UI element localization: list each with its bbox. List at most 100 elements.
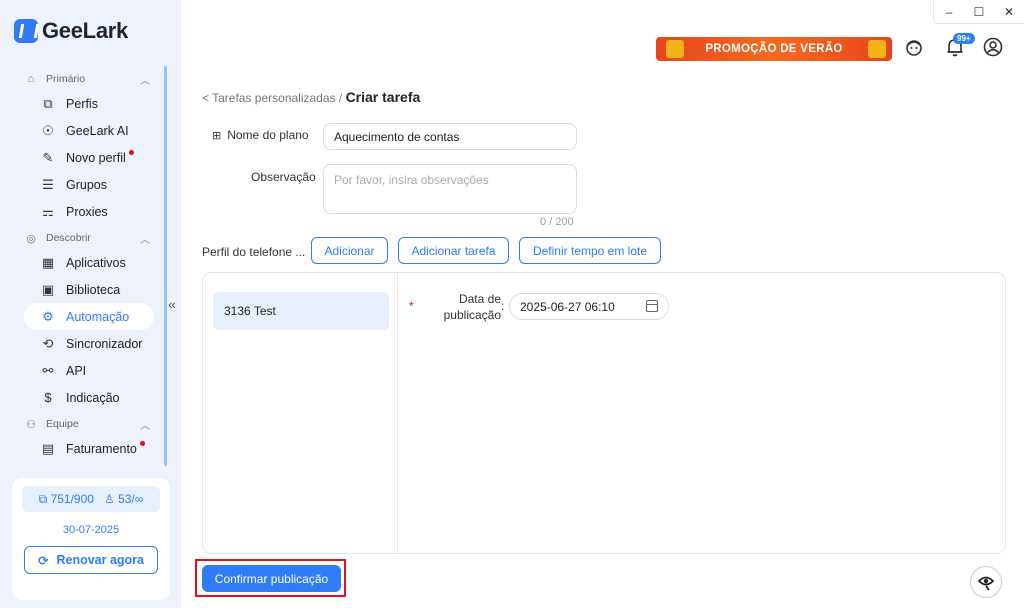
sync-icon: ⟲ [42, 335, 54, 351]
ai-icon: ☉ [42, 122, 54, 138]
section-primario[interactable]: ⌂ Primário ︿ [0, 68, 168, 90]
assistant-icon[interactable] [970, 566, 1002, 598]
support-icon[interactable] [903, 36, 925, 58]
plan-name-input[interactable]: Aquecimento de contas [323, 123, 577, 150]
phone-profile-label: Perfil do telefone ... [202, 245, 306, 259]
sidebar-item-perfis[interactable]: ⧉ Perfis [0, 90, 168, 117]
sidebar-item-label: Grupos [66, 177, 107, 192]
sidebar-item-proxies[interactable]: ⚎ Proxies [0, 198, 168, 225]
section-equipe[interactable]: ⚇ Equipe ︿ [0, 413, 168, 435]
publish-date-input[interactable]: 2025-06-27 06:10 [509, 293, 669, 320]
observation-counter: 0 / 200 [540, 216, 574, 228]
section-label: Descobrir [46, 232, 91, 244]
logo[interactable]: GeeLark [14, 18, 128, 44]
sidebar-nav: ⌂ Primário ︿ ⧉ Perfis ☉ GeeLark AI ✎ Nov… [0, 66, 168, 462]
sidebar-item-label: Automação [66, 309, 130, 324]
close-button[interactable]: ✕ [994, 0, 1024, 24]
network-icon: ⚎ [42, 203, 54, 219]
batch-time-button[interactable]: Definir tempo em lote [519, 237, 661, 264]
grid-icon: ⊞ [212, 130, 222, 142]
sidebar-item-label: GeeLark AI [66, 123, 129, 138]
confirm-publish-button[interactable]: Confirmar publicação [202, 565, 341, 592]
sidebar-item-grupos[interactable]: ☰ Grupos [0, 171, 168, 198]
home-icon: ⌂ [27, 73, 35, 85]
sidebar-item-novo-perfil[interactable]: ✎ Novo perfil [0, 144, 168, 171]
refresh-icon: ⟳ [37, 553, 49, 568]
summer-promo-banner[interactable]: PROMOÇÃO DE VERÃO [656, 37, 892, 61]
sidebar-item-geelark-ai[interactable]: ☉ GeeLark AI [0, 117, 168, 144]
robot-icon: ⚙ [42, 308, 54, 324]
section-descobrir[interactable]: ◎ Descobrir ︿ [0, 227, 168, 249]
page-title: Criar tarefa [345, 89, 421, 105]
sidebar-item-aplicativos[interactable]: ▦ Aplicativos [0, 249, 168, 276]
collapse-sidebar-icon[interactable]: « [165, 296, 179, 312]
profile-list: 3136 Test [203, 273, 398, 553]
profiles-quota-icon: ⧉ [38, 491, 48, 506]
breadcrumb-separator: / [338, 91, 343, 105]
gift-icon [868, 40, 886, 58]
team-icon: ⚇ [26, 418, 36, 431]
quota-card: ⧉ 751/900 ♙ 53/∞ 30-07-2025 ⟳ Renovar ag… [12, 478, 170, 600]
wallet-icon: ▤ [41, 440, 55, 456]
publish-date-colon: : [501, 299, 505, 313]
list-icon: ☰ [42, 176, 54, 192]
user-icon: ♙ [103, 492, 115, 506]
maximize-button[interactable]: ☐ [964, 0, 994, 24]
add-button[interactable]: Adicionar [311, 237, 388, 264]
task-panel: 3136 Test * Data de publicação : 2025-06… [202, 272, 1006, 554]
sidebar-item-label: Proxies [66, 204, 108, 219]
publish-date-label: Data de publicação [443, 292, 501, 322]
sidebar-item-label: Sincronizador [66, 336, 143, 351]
profile-quota-value: 751/900 [50, 491, 94, 506]
sidebar-item-label: Indicação [66, 390, 120, 405]
chevron-up-icon: ︿ [140, 234, 150, 246]
sidebar-item-indicacao[interactable]: $ Indicação [0, 384, 168, 411]
plan-name-label-text: Nome do plano [227, 128, 309, 142]
library-icon: ▣ [41, 281, 55, 297]
section-label: Equipe [46, 418, 79, 430]
dollar-icon: $ [44, 390, 52, 405]
apps-icon: ▦ [41, 254, 55, 270]
add-task-button[interactable]: Adicionar tarefa [398, 237, 509, 264]
observation-textarea[interactable]: Por favor, insira observações [323, 164, 577, 214]
minimize-button[interactable]: – [934, 0, 964, 24]
window-controls: – ☐ ✕ [933, 0, 1024, 24]
profile-list-item[interactable]: 3136 Test [213, 292, 389, 330]
breadcrumb: < Tarefas personalizadas / Criar tarefa [202, 89, 420, 105]
sidebar-item-automacao[interactable]: ⚙ Automação [24, 303, 154, 330]
discover-icon: ◎ [26, 232, 36, 245]
observation-label: Observação [251, 170, 316, 184]
account-icon[interactable] [982, 36, 1004, 58]
profile-quota: ⧉ 751/900 [39, 492, 94, 507]
sidebar-item-biblioteca[interactable]: ▣ Biblioteca [0, 276, 168, 303]
member-quota-value: 53/∞ [118, 492, 144, 506]
calendar-icon[interactable] [646, 300, 658, 312]
sidebar: GeeLark ⌂ Primário ︿ ⧉ Perfis ☉ GeeLark … [0, 0, 181, 608]
logo-text: GeeLark [42, 18, 128, 43]
sidebar-item-api[interactable]: ⚯ API [0, 357, 168, 384]
notification-dot [128, 150, 134, 155]
renew-label: Renovar agora [56, 553, 144, 567]
chevron-up-icon: ︿ [140, 75, 150, 87]
sidebar-item-label: Faturamento [66, 441, 137, 456]
sidebar-item-label: Novo perfil [66, 150, 126, 165]
chevron-up-icon: ︿ [140, 420, 150, 432]
promo-text: PROMOÇÃO DE VERÃO [705, 43, 843, 55]
profiles-icon: ⧉ [43, 95, 53, 111]
quota-summary[interactable]: ⧉ 751/900 ♙ 53/∞ [22, 486, 160, 512]
notification-dot [139, 441, 145, 446]
expiry-date: 30-07-2025 [62, 524, 120, 536]
sidebar-item-label: Biblioteca [66, 282, 121, 297]
section-label: Primário [46, 73, 86, 85]
publish-date-value: 2025-06-27 06:10 [520, 299, 615, 314]
edit-icon: ✎ [42, 149, 54, 165]
breadcrumb-parent-link[interactable]: < Tarefas personalizadas [202, 91, 336, 105]
sidebar-item-sincronizador[interactable]: ⟲ Sincronizador [0, 330, 168, 357]
renew-button[interactable]: ⟳ Renovar agora [24, 546, 158, 574]
member-quota: ♙ 53/∞ [104, 492, 143, 506]
api-icon: ⚯ [42, 362, 54, 378]
sidebar-item-faturamento[interactable]: ▤ Faturamento [0, 435, 168, 462]
geelark-logo-icon [14, 19, 38, 43]
notification-badge: 99+ [953, 33, 975, 44]
gift-icon [666, 40, 684, 58]
